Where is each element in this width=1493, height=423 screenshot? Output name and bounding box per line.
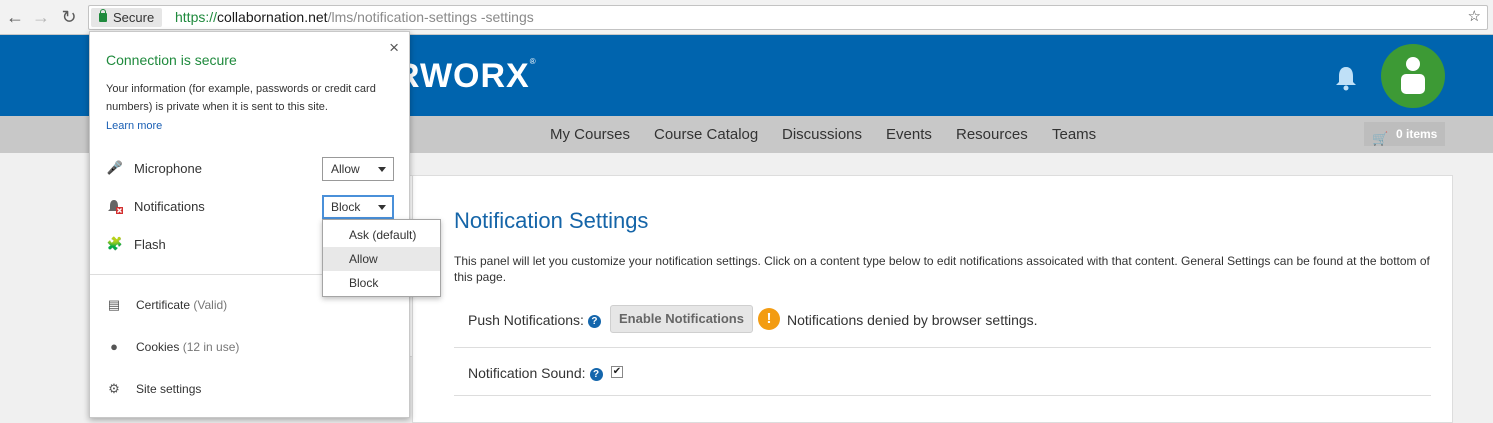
- browser-toolbar: ← → ↻ Secure https://collabornation.net/…: [0, 0, 1493, 35]
- divider: [454, 347, 1431, 348]
- site-logo[interactable]: RWORX®: [395, 57, 537, 96]
- help-icon[interactable]: ?: [589, 368, 603, 381]
- nav-events[interactable]: Events: [886, 126, 932, 143]
- nav-resources[interactable]: Resources: [956, 126, 1028, 143]
- option-block[interactable]: Block: [323, 271, 440, 295]
- microphone-icon: 🎤: [106, 160, 124, 175]
- secure-label: Secure: [113, 10, 155, 25]
- cart-button[interactable]: 🛒 0 items: [1364, 122, 1445, 146]
- help-icon[interactable]: ?: [587, 315, 601, 328]
- permission-microphone: 🎤 Microphone Allow: [106, 157, 396, 181]
- bell-icon[interactable]: [1334, 65, 1358, 91]
- cart-count: 0 items: [1396, 127, 1438, 141]
- nav-teams[interactable]: Teams: [1052, 126, 1096, 143]
- connection-status-title: Connection is secure: [106, 52, 237, 68]
- nav-course-catalog[interactable]: Course Catalog: [654, 126, 758, 143]
- reload-icon[interactable]: ↻: [58, 6, 80, 28]
- notifications-select[interactable]: Block: [322, 195, 394, 219]
- close-icon[interactable]: ×: [389, 38, 399, 58]
- divider: [454, 395, 1431, 396]
- connection-description: Your information (for example, passwords…: [106, 83, 376, 113]
- microphone-select[interactable]: Allow: [322, 157, 394, 181]
- enable-notifications-button[interactable]: Enable Notifications: [610, 305, 753, 333]
- certificate-item[interactable]: ▤ Certificate (Valid): [106, 295, 396, 315]
- puzzle-icon: 🧩: [106, 236, 124, 251]
- option-ask-default[interactable]: Ask (default): [323, 223, 440, 247]
- back-arrow-icon[interactable]: ←: [4, 6, 26, 28]
- certificate-icon: ▤: [107, 297, 121, 312]
- lock-icon: [99, 9, 107, 22]
- user-avatar[interactable]: [1381, 44, 1445, 108]
- push-notifications-label: Push Notifications:?: [468, 312, 601, 328]
- secure-chip[interactable]: Secure: [91, 8, 163, 27]
- notifications-dropdown-list: Ask (default) Allow Block: [322, 219, 441, 297]
- bookmark-star-icon[interactable]: ☆: [1468, 7, 1481, 25]
- cart-icon: 🛒: [1372, 131, 1389, 146]
- cookie-icon: ●: [110, 339, 118, 354]
- page-description: This panel will let you customize your n…: [454, 254, 1430, 284]
- forward-arrow-icon[interactable]: →: [30, 6, 52, 28]
- site-settings-item[interactable]: ⚙ Site settings: [106, 379, 396, 399]
- warning-icon: !: [758, 308, 780, 330]
- nav-my-courses[interactable]: My Courses: [550, 126, 630, 143]
- permission-notifications: Notifications Block: [106, 195, 396, 219]
- nav-discussions[interactable]: Discussions: [782, 126, 862, 143]
- cookies-item[interactable]: ● Cookies (12 in use): [106, 337, 396, 357]
- page-title: Notification Settings: [454, 208, 649, 233]
- notification-sound-label: Notification Sound:?: [468, 365, 603, 381]
- option-allow[interactable]: Allow: [323, 247, 440, 271]
- gear-icon: ⚙: [108, 381, 120, 396]
- url-text[interactable]: https://collabornation.net/lms/notificat…: [175, 6, 534, 29]
- notifications-blocked-icon: [106, 198, 124, 216]
- notifications-denied-message: Notifications denied by browser settings…: [787, 312, 1038, 328]
- learn-more-link[interactable]: Learn more: [106, 120, 162, 132]
- address-bar[interactable]: Secure https://collabornation.net/lms/no…: [88, 5, 1488, 30]
- notification-sound-checkbox[interactable]: ✔: [611, 366, 623, 378]
